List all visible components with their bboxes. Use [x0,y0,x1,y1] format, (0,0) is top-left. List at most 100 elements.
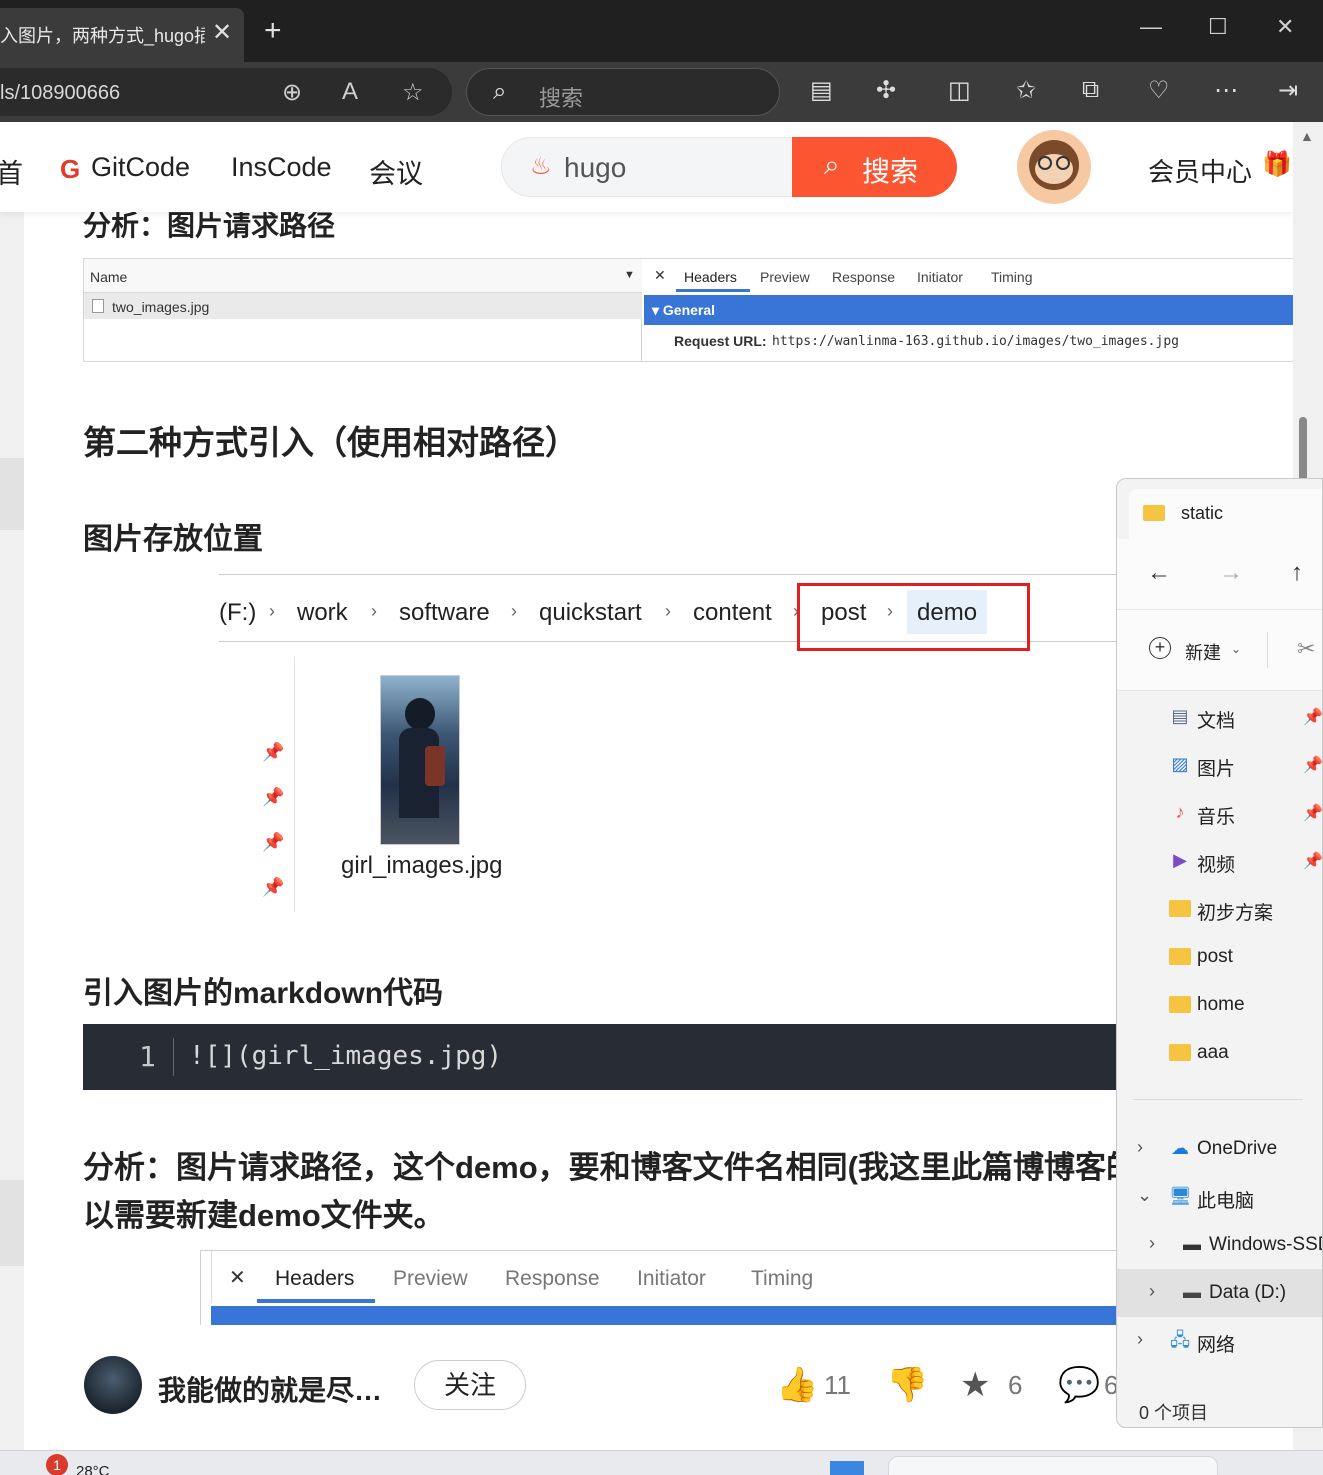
author-avatar[interactable] [84,1356,142,1414]
divider [1133,1099,1303,1100]
scrollbar-thumb[interactable] [1299,417,1307,487]
search-placeholder[interactable]: 搜索 [539,81,583,113]
reader-icon[interactable]: ▤ [810,76,833,105]
taskbar-search[interactable] [888,1456,1218,1475]
favorite-star-icon[interactable]: ☆ [402,78,424,107]
plus-icon[interactable]: + [1149,637,1171,659]
file-icon [92,299,104,313]
browser-search-box[interactable]: ⌕ 搜索 [466,68,780,116]
windows-start-icon[interactable] [830,1461,864,1475]
tree-item-data-d[interactable]: › ▬ Data (D:) [1117,1269,1322,1317]
comment-icon[interactable]: 💬 [1058,1365,1100,1405]
devtools-tab-initiator: Initiator [917,269,963,285]
site-header: 首 G GitCode InsCode 会议 ♨ hugo ⌕ 搜索 会员中心 … [0,122,1293,212]
more-icon[interactable]: ⋯ [1214,76,1238,105]
chevron-down-icon[interactable]: ⌄ [1137,1185,1152,1206]
weather-temperature[interactable]: 28°C [76,1463,110,1475]
chevron-right-icon[interactable]: › [1149,1233,1155,1254]
close-window-button[interactable]: ✕ [1276,14,1294,40]
quick-access-item[interactable]: home [1117,981,1322,1029]
maximize-button[interactable]: ☐ [1208,14,1228,40]
nav-meeting[interactable]: 会议 [369,152,423,191]
collections-icon[interactable]: ⧉ [1082,76,1099,104]
site-search-input[interactable]: ♨ hugo [501,137,795,197]
taskbar: 1 28°C [0,1450,1323,1475]
devtools-tab-response: Response [505,1267,600,1290]
highlight-box [797,583,1030,651]
article-action-bar: 我能做的就是尽… 关注 👍 11 👎 ★ 6 💬 6 [38,1325,1293,1445]
author-name[interactable]: 我能做的就是尽… [158,1369,382,1409]
fire-icon: ♨ [530,153,552,180]
scroll-up-icon[interactable]: ▲ [1300,128,1314,144]
request-url-label: Request URL: [674,333,767,349]
star-count: 6 [1008,1370,1023,1400]
analysis-text-line1: 分析：图片请求路径，这个demo，要和博客文件名相同(我这里此篇博博客的文 [83,1150,1168,1185]
nav-inscode[interactable]: InsCode [231,152,332,183]
network-file-name: two_images.jpg [112,299,210,315]
follow-button[interactable]: 关注 [414,1360,526,1410]
tree-item-onedrive[interactable]: › ☁ OneDrive [1117,1125,1322,1173]
left-sidebar-strip [0,212,24,1452]
tree-item-network[interactable]: › 🖧 网络 [1117,1317,1322,1365]
folder-icon [1169,948,1191,965]
sidebar-toggle-icon[interactable]: ⇥ [1278,76,1298,105]
quick-access-item[interactable]: aaa [1117,1029,1322,1077]
nav-home[interactable]: 首 [0,152,23,191]
up-arrow-icon[interactable]: ↑ [1291,559,1303,587]
gift-icon[interactable]: 🎁 [1262,150,1292,179]
chevron-right-icon[interactable]: › [1137,1329,1143,1350]
new-tab-button[interactable]: + [264,16,282,46]
address-text[interactable]: ls/108900666 [0,82,120,105]
chevron-down-icon[interactable]: ⌄ [1231,642,1241,656]
breadcrumb-software: software [399,599,490,626]
address-bar[interactable]: ls/108900666 ⊕ A ☆ [0,68,452,116]
tab-close-icon[interactable]: ✕ [212,18,232,47]
star-icon[interactable]: ★ [960,1365,990,1405]
nav-gitcode[interactable]: GitCode [91,152,190,183]
back-arrow-icon[interactable]: ← [1147,559,1171,587]
devtools-tab-timing: Timing [991,269,1033,285]
quick-access-item[interactable]: ▶ 视频 📌 [1117,837,1323,885]
quick-access-item[interactable]: ▨ 图片 📌 [1117,741,1322,789]
browser-tab[interactable]: 入图片，两种方式_hugo插 ✕ [0,8,244,62]
quick-access-item[interactable]: post [1117,933,1322,981]
chevron-right-icon[interactable]: › [1149,1281,1155,1302]
devtools-tab-preview: Preview [760,269,810,285]
pin-icon: 📌 [262,787,285,807]
read-aloud-icon[interactable]: A [342,78,358,106]
quick-access-item[interactable]: 初步方案 [1117,885,1322,933]
split-screen-icon[interactable]: ◫ [948,76,971,105]
code-block: 1 ![](girl_images.jpg) [83,1024,1183,1090]
extensions-icon[interactable]: ✣ [876,76,896,105]
section-heading-markdown: 引入图片的markdown代码 [83,977,444,1010]
chevron-right-icon[interactable]: › [1137,1137,1143,1158]
image-file-name: girl_images.jpg [341,852,503,879]
thumbs-down-icon[interactable]: 👎 [886,1365,928,1405]
site-search-button[interactable]: ⌕ 搜索 [792,137,957,197]
quick-access-item[interactable]: ▤ 文档 📌 [1117,693,1322,741]
member-center-link[interactable]: 会员中心 [1148,152,1252,189]
tree-item-windows-ssd[interactable]: › ▬ Windows-SSD [1117,1221,1322,1269]
explorer-tab[interactable]: static [1129,489,1322,539]
thumbs-up-icon[interactable]: 👍 [776,1365,818,1405]
browser-essentials-icon[interactable]: ♡ [1148,76,1170,105]
minimize-button[interactable]: — [1140,14,1162,40]
pin-icon: 📌 [1303,853,1323,870]
name-column-header: Name [90,269,128,285]
devtools-screenshot: Name ▼ two_images.jpg ✕ Headers Preview … [83,258,1294,362]
computer-icon: 🖥 [1169,1186,1192,1206]
user-avatar[interactable] [1017,130,1091,204]
favorites-icon[interactable]: ✩ [1016,76,1036,105]
forward-arrow-icon[interactable]: → [1219,559,1243,587]
folder-icon [1169,1044,1191,1061]
gitcode-logo-icon: G [60,154,81,184]
new-button[interactable]: 新建 [1185,639,1221,665]
scissors-icon[interactable]: ✂ [1297,636,1315,662]
tree-item-this-pc[interactable]: ⌄ 🖥 此电脑 [1117,1173,1322,1221]
pin-icon: 📌 [262,742,285,762]
site-search-value[interactable]: hugo [564,152,626,184]
quick-access-item[interactable]: ♪ 音乐 📌 [1117,789,1323,837]
zoom-icon[interactable]: ⊕ [282,78,302,107]
folder-icon [1169,996,1191,1013]
drive-icon: ▬ [1183,1234,1201,1254]
